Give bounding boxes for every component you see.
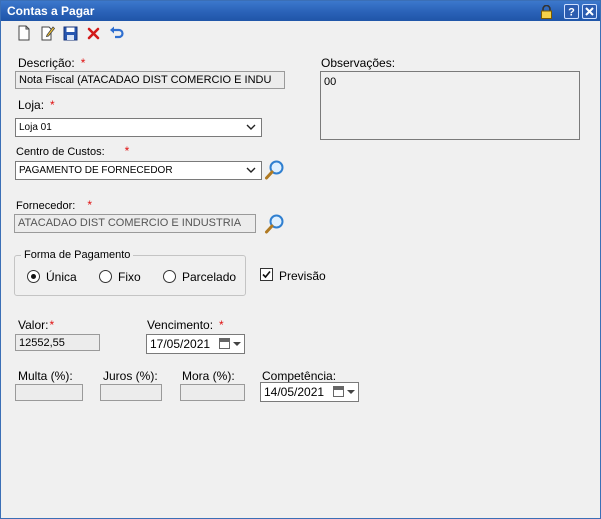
- radio-parcelado[interactable]: [163, 270, 176, 283]
- search-fornecedor-icon[interactable]: [264, 213, 286, 235]
- edit-document-icon[interactable]: [39, 25, 55, 41]
- chevron-down-icon[interactable]: [233, 342, 241, 346]
- mora-field[interactable]: [180, 384, 245, 401]
- loja-select[interactable]: Loja 01: [15, 118, 262, 137]
- lock-icon[interactable]: [539, 4, 554, 19]
- fornecedor-field[interactable]: ATACADAO DIST COMERCIO E INDUSTRIA: [14, 214, 256, 233]
- previsao-checkbox[interactable]: [260, 268, 273, 281]
- calendar-icon[interactable]: [219, 338, 230, 349]
- centro-custos-select-value: PAGAMENTO DE FORNECEDOR: [19, 165, 173, 176]
- radio-unica[interactable]: [27, 270, 40, 283]
- close-icon[interactable]: [582, 4, 597, 19]
- mora-label: Mora (%):: [182, 369, 235, 383]
- chevron-down-icon: [246, 124, 256, 130]
- competencia-date-value: 14/05/2021: [264, 385, 325, 399]
- undo-icon[interactable]: [108, 25, 124, 41]
- observacoes-textarea[interactable]: 00: [320, 71, 580, 140]
- checkmark-icon: [262, 270, 271, 279]
- vencimento-date-value: 17/05/2021: [150, 337, 211, 351]
- fornecedor-label: Fornecedor: *: [16, 198, 92, 212]
- contas-a-pagar-window: Contas a Pagar ? Descrição: * Nota Fisca…: [0, 0, 601, 519]
- forma-pagamento-label: Forma de Pagamento: [21, 249, 134, 261]
- valor-field[interactable]: 12552,55: [15, 334, 100, 351]
- vencimento-datepicker[interactable]: 17/05/2021: [146, 334, 245, 354]
- descricao-field[interactable]: Nota Fiscal (ATACADAO DIST COMERCIO E IN…: [15, 71, 285, 89]
- juros-label: Juros (%):: [103, 369, 158, 383]
- svg-text:?: ?: [568, 7, 575, 18]
- observacoes-label: Observações:: [321, 56, 396, 70]
- previsao-label: Previsão: [279, 269, 326, 283]
- window-title: Contas a Pagar: [7, 4, 95, 18]
- vencimento-label: Vencimento: *: [147, 318, 224, 332]
- juros-field[interactable]: [100, 384, 162, 401]
- radio-parcelado-label: Parcelado: [182, 270, 237, 284]
- descricao-label: Descrição: *: [18, 56, 86, 70]
- multa-field[interactable]: [15, 384, 83, 401]
- multa-label: Multa (%):: [18, 369, 73, 383]
- radio-unica-label: Única: [46, 270, 77, 284]
- loja-label: Loja: *: [18, 98, 55, 112]
- competencia-datepicker[interactable]: 14/05/2021: [260, 382, 359, 402]
- chevron-down-icon[interactable]: [347, 390, 355, 394]
- help-icon[interactable]: ?: [564, 4, 579, 19]
- new-document-icon[interactable]: [16, 25, 32, 41]
- search-centro-custos-icon[interactable]: [264, 159, 286, 181]
- loja-select-value: Loja 01: [19, 122, 52, 133]
- title-bar[interactable]: Contas a Pagar ?: [1, 1, 600, 21]
- radio-fixo-label: Fixo: [118, 270, 141, 284]
- toolbar: [1, 21, 600, 45]
- chevron-down-icon: [246, 167, 256, 173]
- radio-fixo[interactable]: [99, 270, 112, 283]
- centro-custos-select[interactable]: PAGAMENTO DE FORNECEDOR: [15, 161, 262, 180]
- calendar-icon[interactable]: [333, 386, 344, 397]
- save-icon[interactable]: [62, 25, 78, 41]
- centro-custos-label: Centro de Custos: *: [16, 144, 130, 158]
- delete-icon[interactable]: [85, 25, 101, 41]
- valor-label: Valor:*: [18, 318, 55, 332]
- competencia-label: Competência:: [262, 369, 337, 383]
